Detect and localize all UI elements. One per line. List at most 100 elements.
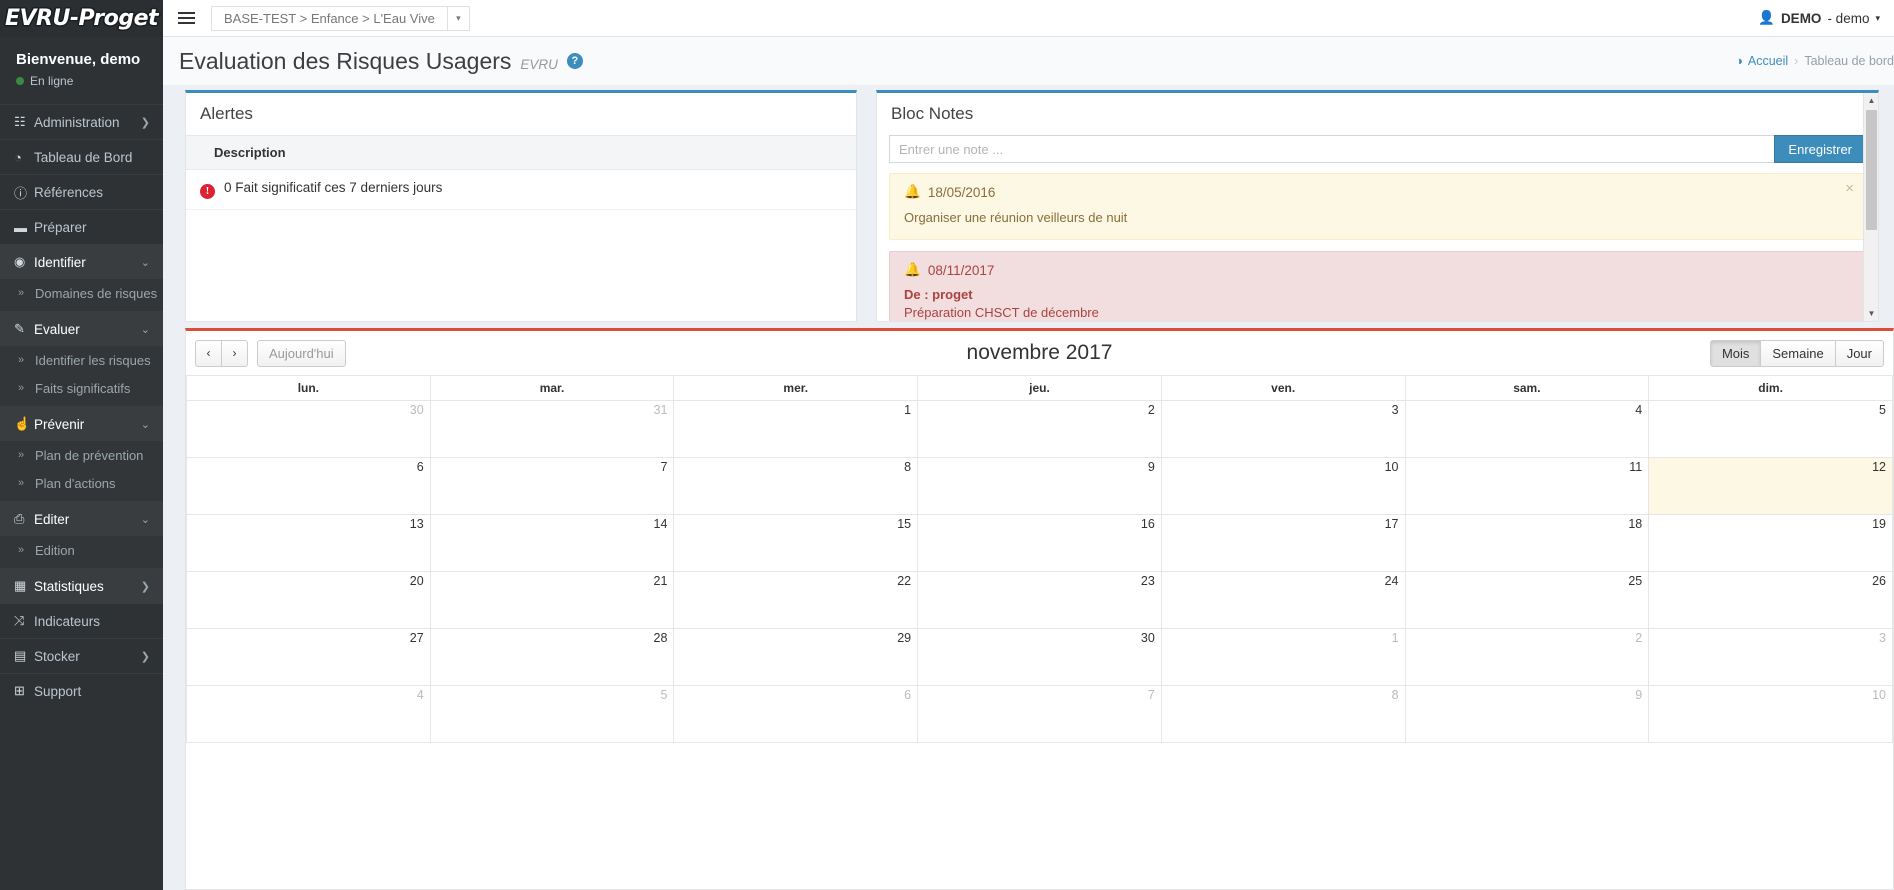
calendar-day-cell[interactable]: 4 (186, 685, 431, 743)
sidebar-item-evaluer-link[interactable]: ✎ Evaluer ⌄ (0, 312, 163, 346)
sidebar-item-statistiques-link[interactable]: ▦ Statistiques ❯ (0, 569, 163, 603)
sidebar-subitem-faits-significatifs[interactable]: » Faits significatifs (0, 374, 163, 402)
calendar-day-cell[interactable]: 3 (1160, 400, 1406, 458)
sidebar-subitem-faits-significatifs-link[interactable]: » Faits significatifs (0, 374, 163, 402)
calendar-day-cell[interactable]: 10 (1160, 457, 1406, 515)
calendar-day-cell[interactable]: 22 (673, 571, 919, 629)
sidebar-item-support-link[interactable]: ⊞ Support (0, 674, 163, 708)
calendar-day-cell[interactable]: 2 (917, 400, 1162, 458)
sidebar-item-tableau-de-bord[interactable]: ◔ Tableau de Bord (0, 139, 163, 174)
close-icon[interactable]: × (1845, 181, 1854, 196)
sidebar-item-indicateurs[interactable]: ⤨ Indicateurs (0, 603, 163, 638)
sidebar-item-editer-link[interactable]: ⎙ Editer ⌄ (0, 502, 163, 536)
calendar-day-cell[interactable]: 30 (917, 628, 1162, 686)
sidebar-item-prevenir[interactable]: ☝ Prévenir ⌄ » Plan de prévention » Plan d'act… (0, 406, 163, 501)
chevron-down-icon[interactable]: ▾ (447, 5, 470, 31)
note-item[interactable]: 🔔 18/05/2016 Organiser une réunion veilleu… (889, 173, 1866, 241)
note-input[interactable] (889, 135, 1775, 163)
calendar-view-mois[interactable]: Mois (1709, 339, 1762, 367)
sidebar-item-references[interactable]: ⓘ Références (0, 174, 163, 209)
calendar-day-cell[interactable]: 1 (1160, 628, 1406, 686)
sidebar-item-preparer[interactable]: ▬ Préparer (0, 209, 163, 244)
user-menu[interactable]: 👤 DEMO - demo ▾ (1758, 10, 1880, 26)
help-icon[interactable]: ? (566, 53, 583, 69)
sidebar-subitem-identifier-les-risques-link[interactable]: » Identifier les risques (0, 346, 163, 374)
calendar-day-cell[interactable]: 9 (1404, 685, 1650, 743)
sidebar-item-preparer-link[interactable]: ▬ Préparer (0, 210, 163, 244)
calendar-day-cell[interactable]: 8 (673, 457, 919, 515)
calendar-day-cell[interactable]: 14 (429, 514, 675, 572)
calendar-day-cell[interactable]: 15 (673, 514, 919, 572)
calendar-day-cell[interactable]: 2 (1404, 628, 1650, 686)
calendar-day-cell[interactable]: 21 (429, 571, 675, 629)
calendar-day-cell[interactable]: 30 (186, 400, 431, 458)
calendar-day-cell[interactable]: 28 (429, 628, 675, 686)
calendar-day-cell[interactable]: 17 (1160, 514, 1406, 572)
sidebar-item-administration-link[interactable]: ☷ Administration ❯ (0, 105, 163, 139)
calendar-day-cell[interactable]: 23 (917, 571, 1162, 629)
table-row[interactable]: ! 0 Fait significatif ces 7 derniers jour… (186, 169, 856, 210)
calendar-day-cell[interactable]: 25 (1404, 571, 1650, 629)
calendar-day-cell[interactable]: 4 (1404, 400, 1650, 458)
sidebar-subitem-plan-d-actions[interactable]: » Plan d'actions (0, 469, 163, 497)
scroll-up-icon[interactable]: ▲ (1864, 93, 1878, 108)
sidebar-item-prevenir-link[interactable]: ☝ Prévenir ⌄ (0, 407, 163, 441)
calendar-day-cell[interactable]: 13 (186, 514, 431, 572)
sidebar-subitem-domaines-de-risques[interactable]: » Domaines de risques (0, 279, 163, 307)
calendar-day-cell[interactable]: 11 (1404, 457, 1650, 515)
calendar-day-cell[interactable]: 5 (1648, 400, 1893, 458)
scrollbar-thumb[interactable] (1866, 110, 1877, 230)
sidebar-item-editer[interactable]: ⎙ Editer ⌄ » Edition (0, 501, 163, 568)
calendar-day-cell[interactable]: 16 (917, 514, 1162, 572)
calendar-day-cell[interactable]: 19 (1648, 514, 1893, 572)
sidebar-subitem-plan-de-prevention[interactable]: » Plan de prévention (0, 441, 163, 469)
sidebar-subitem-edition[interactable]: » Edition (0, 536, 163, 564)
calendar-view-jour[interactable]: Jour (1834, 339, 1884, 367)
save-note-button[interactable]: Enregistrer (1774, 135, 1866, 163)
note-item[interactable]: 🔔 08/11/2017 De : proget Préparation CHSCT … (889, 251, 1866, 321)
sidebar-subitem-domaines-de-risques-link[interactable]: » Domaines de risques (0, 279, 163, 307)
sidebar-item-administration[interactable]: ☷ Administration ❯ (0, 104, 163, 139)
app-logo[interactable]: EVRU-Proget (0, 0, 163, 37)
context-selector[interactable]: BASE-TEST > Enfance > L'Eau Vive ▾ (211, 5, 470, 31)
calendar-day-cell[interactable]: 9 (917, 457, 1162, 515)
sidebar-subitem-plan-de-prevention-link[interactable]: » Plan de prévention (0, 441, 163, 469)
sidebar-subitem-edition-link[interactable]: » Edition (0, 536, 163, 564)
calendar-day-cell[interactable]: 7 (917, 685, 1162, 743)
calendar-day-cell[interactable]: 24 (1160, 571, 1406, 629)
sidebar-item-tableau-de-bord-link[interactable]: ◔ Tableau de Bord (0, 140, 163, 174)
scroll-down-icon[interactable]: ▼ (1864, 306, 1878, 321)
calendar-day-cell[interactable]: 1 (673, 400, 919, 458)
calendar-prev-button[interactable]: ‹ (195, 339, 222, 367)
calendar-day-cell[interactable]: 7 (429, 457, 675, 515)
sidebar-item-statistiques[interactable]: ▦ Statistiques ❯ (0, 568, 163, 603)
calendar-next-button[interactable]: › (221, 339, 248, 367)
sidebar-item-identifier-link[interactable]: ◉ Identifier ⌄ (0, 245, 163, 279)
sidebar-item-stocker-link[interactable]: ▤ Stocker ❯ (0, 639, 163, 673)
sidebar-item-support[interactable]: ⊞ Support (0, 673, 163, 708)
calendar-today-button[interactable]: Aujourd'hui (257, 339, 346, 367)
calendar-day-cell[interactable]: 27 (186, 628, 431, 686)
sidebar-subitem-plan-d-actions-link[interactable]: » Plan d'actions (0, 469, 163, 497)
calendar-day-cell[interactable]: 26 (1648, 571, 1893, 629)
calendar-day-cell[interactable]: 6 (673, 685, 919, 743)
breadcrumb-home[interactable]: ◑ Accueil (1735, 54, 1788, 68)
calendar-day-cell[interactable]: 29 (673, 628, 919, 686)
sidebar-item-evaluer[interactable]: ✎ Evaluer ⌄ » Identifier les risques » Faits s… (0, 311, 163, 406)
sidebar-item-stocker[interactable]: ▤ Stocker ❯ (0, 638, 163, 673)
bloc-notes-scrollbar[interactable]: ▲ ▼ (1863, 93, 1878, 321)
sidebar-item-identifier[interactable]: ◉ Identifier ⌄ » Domaines de risques (0, 244, 163, 311)
calendar-day-cell[interactable]: 20 (186, 571, 431, 629)
calendar-day-cell[interactable]: 5 (429, 685, 675, 743)
sidebar-subitem-identifier-les-risques[interactable]: » Identifier les risques (0, 346, 163, 374)
calendar-day-cell[interactable]: 31 (429, 400, 675, 458)
menu-toggle-icon[interactable] (169, 0, 203, 37)
calendar-day-cell[interactable]: 18 (1404, 514, 1650, 572)
calendar-view-semaine[interactable]: Semaine (1760, 339, 1836, 367)
sidebar-item-indicateurs-link[interactable]: ⤨ Indicateurs (0, 604, 163, 638)
calendar-day-cell[interactable]: 12 (1648, 457, 1893, 515)
calendar-day-cell[interactable]: 10 (1648, 685, 1893, 743)
calendar-day-cell[interactable]: 3 (1648, 628, 1893, 686)
sidebar-item-references-link[interactable]: ⓘ Références (0, 175, 163, 209)
calendar-day-cell[interactable]: 8 (1160, 685, 1406, 743)
